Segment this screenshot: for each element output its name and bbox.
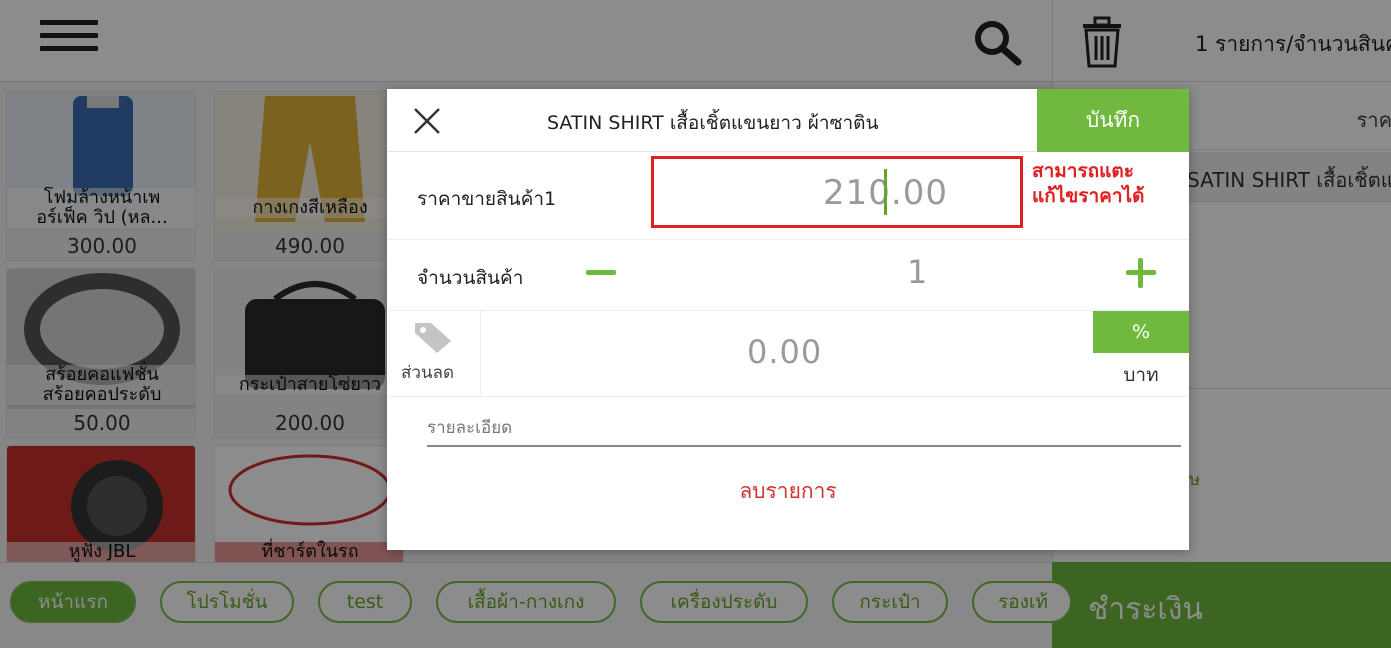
tag-icon bbox=[415, 323, 451, 353]
dialog-title: SATIN SHIRT เสื้อเชิ้ตแขนยาว ผ้าซาติน bbox=[547, 112, 879, 134]
decrease-quantity-button[interactable] bbox=[584, 255, 618, 289]
discount-label: ส่วนลด bbox=[401, 363, 455, 383]
text-cursor bbox=[884, 169, 887, 215]
delete-item-button[interactable]: ลบรายการ bbox=[387, 475, 1189, 508]
dialog-header: SATIN SHIRT เสื้อเชิ้ตแขนยาว ผ้าซาติน บั… bbox=[387, 89, 1189, 152]
close-icon[interactable] bbox=[413, 107, 441, 135]
detail-field[interactable] bbox=[427, 411, 1181, 447]
increase-quantity-button[interactable] bbox=[1124, 255, 1158, 289]
price-input[interactable]: 210.00 bbox=[651, 156, 1023, 228]
baht-toggle[interactable]: บาท bbox=[1093, 353, 1189, 397]
pos-app: 1 รายการ/จำนวนสินค ราค SATIN SHIRT เสื้อ… bbox=[0, 0, 1391, 648]
discount-input[interactable]: 0.00 bbox=[747, 333, 822, 371]
discount-label-cell: ส่วนลด bbox=[387, 311, 481, 397]
edit-price-annotation: สามารถแตะ แก้ไขราคาได้ bbox=[1032, 160, 1145, 207]
percent-toggle[interactable]: % bbox=[1093, 311, 1189, 353]
price-label: ราคาขายสินค้า1 bbox=[417, 188, 557, 210]
edit-item-dialog: SATIN SHIRT เสื้อเชิ้ตแขนยาว ผ้าซาติน บั… bbox=[387, 89, 1189, 550]
discount-row: ส่วนลด 0.00 % บาท bbox=[387, 311, 1189, 397]
minus-icon bbox=[586, 270, 616, 275]
quantity-value[interactable]: 1 bbox=[907, 253, 927, 291]
quantity-label: จำนวนสินค้า bbox=[417, 267, 524, 289]
save-button[interactable]: บันทึก bbox=[1037, 89, 1189, 152]
quantity-row: จำนวนสินค้า 1 bbox=[387, 241, 1189, 311]
